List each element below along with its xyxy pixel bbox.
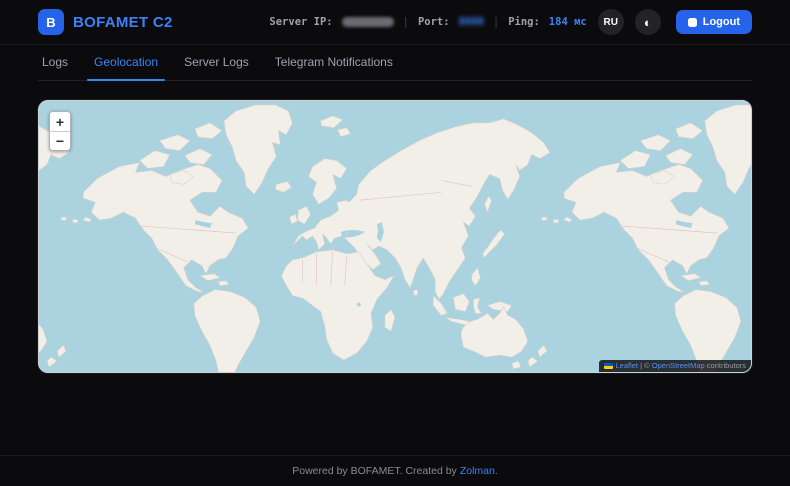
logout-button[interactable]: Logout	[676, 10, 752, 34]
zoom-in-button[interactable]: +	[50, 112, 70, 131]
port-label: Port:	[418, 16, 450, 28]
tab-telegram-notifications[interactable]: Telegram Notifications	[275, 55, 393, 80]
ukraine-flag-icon	[604, 363, 613, 369]
server-ip-hidden-value	[342, 17, 394, 27]
geolocation-map[interactable]: + − Leaflet | © OpenStreetMap contributo…	[38, 100, 752, 373]
language-button[interactable]: RU	[598, 9, 624, 35]
ping-value: 184 мс	[549, 16, 587, 28]
attribution-suffix: contributors	[705, 361, 746, 370]
theme-contrast-icon: ◐	[644, 16, 652, 29]
logout-icon	[688, 18, 697, 27]
divider: |	[493, 16, 499, 28]
lake-victoria	[357, 303, 361, 307]
server-info-strip: Server IP: | Port: 8080 | Ping: 184 мс R…	[269, 9, 752, 35]
divider: |	[403, 16, 409, 28]
sri-lanka	[413, 290, 418, 296]
tab-geolocation[interactable]: Geolocation	[94, 55, 158, 80]
header: B BOFAMET C2 Server IP: | Port: 8080 | P…	[0, 0, 790, 45]
server-ip-label: Server IP:	[269, 16, 332, 28]
world-map	[39, 101, 751, 372]
page-title: BOFAMET C2	[73, 14, 173, 31]
logo-icon: B	[38, 9, 64, 35]
logo-letter: B	[46, 15, 55, 30]
attribution-separator: | ©	[638, 361, 652, 370]
port-value: 8080	[459, 16, 484, 28]
leaflet-link[interactable]: Leaflet	[616, 361, 639, 370]
footer-text: Powered by BOFAMET. Created by	[292, 465, 457, 477]
openstreetmap-link[interactable]: OpenStreetMap	[652, 361, 705, 370]
theme-toggle-button[interactable]: ◐	[635, 9, 661, 35]
brand: B BOFAMET C2	[38, 9, 173, 35]
tab-logs[interactable]: Logs	[42, 55, 68, 80]
tab-server-logs[interactable]: Server Logs	[184, 55, 249, 80]
map-zoom-control: + −	[49, 111, 71, 151]
footer: Powered by BOFAMET. Created by Zolman.	[0, 455, 790, 486]
main-content: Logs Geolocation Server Logs Telegram No…	[38, 45, 752, 455]
logout-label: Logout	[703, 16, 740, 28]
footer-author-link[interactable]: Zolman.	[460, 465, 498, 477]
ping-label: Ping:	[508, 16, 540, 28]
map-attribution: Leaflet | © OpenStreetMap contributors	[599, 360, 752, 373]
tab-bar: Logs Geolocation Server Logs Telegram No…	[38, 45, 752, 81]
zoom-out-button[interactable]: −	[50, 131, 70, 150]
